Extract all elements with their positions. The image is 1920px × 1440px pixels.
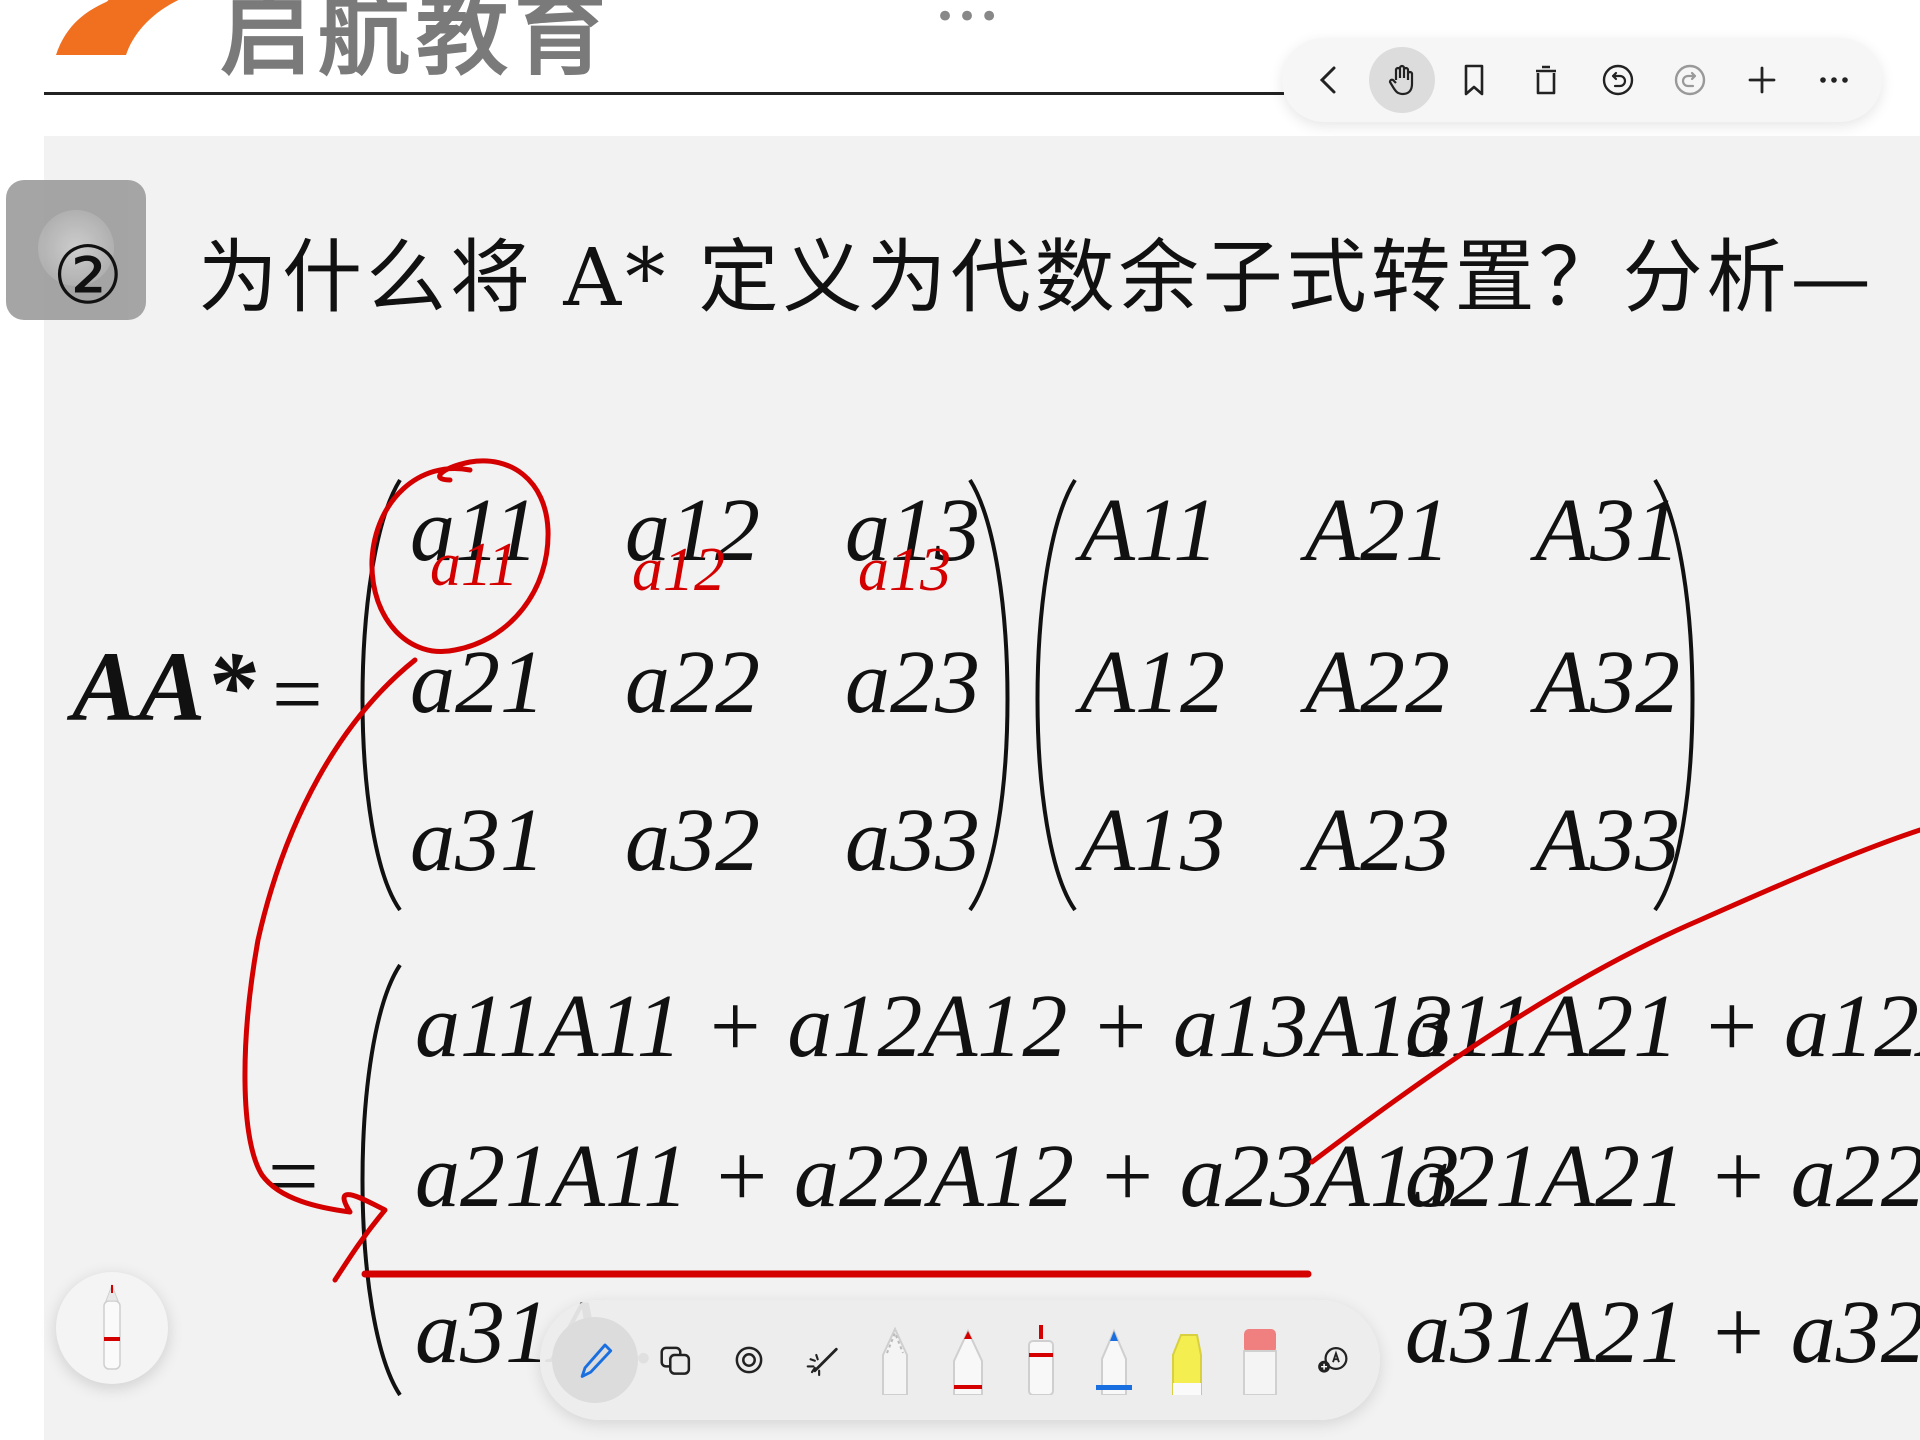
- matrix-a-cell: a22: [625, 633, 760, 732]
- yellow-highlighter-icon: [1172, 1334, 1203, 1395]
- blue-pen-button[interactable]: [1079, 1320, 1149, 1400]
- pen-tool-button[interactable]: [551, 1317, 638, 1403]
- matrix-a: a11 a12 a13 a21 a22 a23 a31 a32 a33: [410, 481, 980, 890]
- product-cell: a11A11 + a12A12 + a13A13: [415, 977, 1453, 1076]
- matrix-adj: A11 A21 A31 A12 A22 A32 A13 A23 A33: [1075, 481, 1680, 890]
- product-cell: a21A11 + a22A12 + a23A13: [415, 1127, 1460, 1226]
- eraser-button[interactable]: [1225, 1320, 1295, 1400]
- lhs-expression: AA*: [66, 631, 256, 742]
- matrix-a-cell: a21: [410, 633, 545, 732]
- shapes-tool-icon: [660, 1346, 690, 1375]
- blue-pen-icon: [1096, 1328, 1133, 1395]
- matrix-a-cell: a32: [625, 791, 760, 890]
- product-left-paren: [360, 963, 402, 1397]
- matrix-a-left-paren: [360, 478, 402, 912]
- pen-tool-icon: [580, 1343, 612, 1378]
- matrix-a-cell: a23: [845, 633, 980, 732]
- red-fineliner-icon: [1028, 1325, 1054, 1395]
- pencil-tool-icon: [881, 1326, 908, 1395]
- product-cell: a21A21 + a22A2: [1405, 1127, 1920, 1226]
- matrix-adj-cell: A21: [1300, 481, 1450, 580]
- laser-pointer-button[interactable]: [787, 1320, 857, 1400]
- matrix-a-cell: a33: [845, 791, 980, 890]
- lasso-tool-button[interactable]: [714, 1320, 784, 1400]
- add-tool-button[interactable]: [1298, 1320, 1368, 1400]
- matrix-a-cell: a31: [410, 791, 545, 890]
- shapes-tool-button[interactable]: [641, 1320, 711, 1400]
- matrix-adj-cell: A31: [1530, 481, 1680, 580]
- matrix-adj-cell: A23: [1300, 791, 1450, 890]
- equals-sign-1: =: [272, 645, 323, 744]
- matrix-a-cell: a13: [845, 481, 980, 580]
- product-cell: a31A21 + a32A2: [1405, 1283, 1920, 1382]
- matrix-adj-cell: A33: [1530, 791, 1680, 890]
- product-cell: a11A21 + a12A2: [1405, 977, 1920, 1076]
- matrix-adj-cell: A32: [1530, 633, 1680, 732]
- red-marker-icon: [952, 1328, 983, 1395]
- laser-pointer-icon: [806, 1347, 838, 1377]
- yellow-highlighter-button[interactable]: [1152, 1320, 1222, 1400]
- matrix-a-cell: a12: [625, 481, 760, 580]
- add-tool-icon: [1318, 1347, 1348, 1373]
- matrix-adj-cell: A22: [1300, 633, 1450, 732]
- matrix-equation: AA* = a11 a12 a13 a21 a22 a23 a31 a32 a33 A11 A21…: [66, 478, 1920, 1397]
- matrix-adj-cell: A13: [1075, 791, 1225, 890]
- matrix-a-cell: a11: [410, 481, 538, 580]
- pen-dock-button[interactable]: [56, 1272, 168, 1384]
- lasso-tool-icon: [735, 1346, 763, 1374]
- red-fineliner-button[interactable]: [1006, 1320, 1076, 1400]
- eraser-icon: [1243, 1329, 1278, 1395]
- matrix-adj-cell: A11: [1075, 481, 1218, 580]
- drawing-toolbar: [540, 1300, 1380, 1420]
- pencil-tool-button[interactable]: [860, 1320, 930, 1400]
- equals-sign-2: =: [268, 1127, 319, 1226]
- matrix-adj-left-paren: [1035, 478, 1077, 912]
- red-marker-button[interactable]: [933, 1320, 1003, 1400]
- matrix-adj-cell: A12: [1075, 633, 1225, 732]
- pen-dock-icon: [103, 1283, 121, 1370]
